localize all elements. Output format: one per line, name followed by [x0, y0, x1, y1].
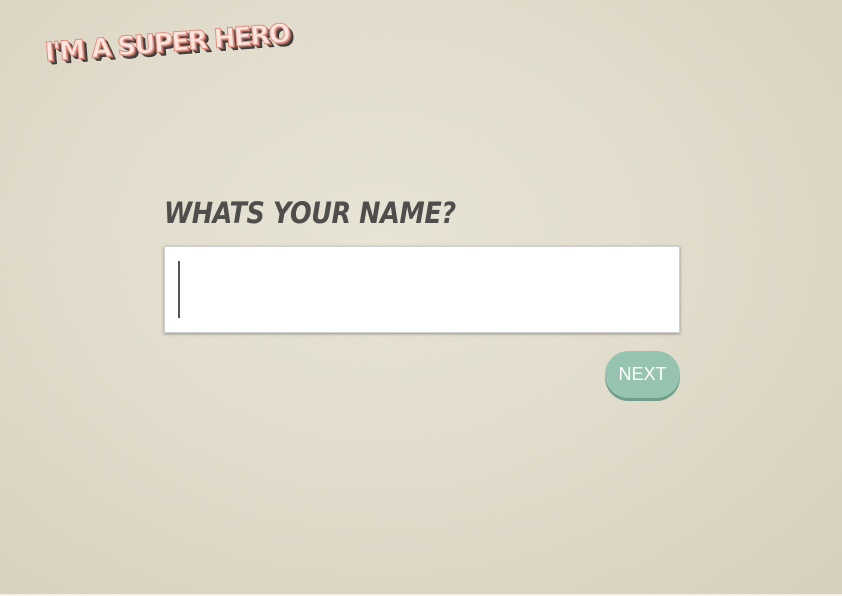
- next-button[interactable]: NEXT: [605, 351, 680, 398]
- text-caret: [178, 261, 180, 318]
- name-input[interactable]: [164, 246, 680, 333]
- name-question-label: WHATS YOUR NAME?: [164, 196, 456, 230]
- app-logo: I'M A SUPER HERO: [43, 18, 291, 68]
